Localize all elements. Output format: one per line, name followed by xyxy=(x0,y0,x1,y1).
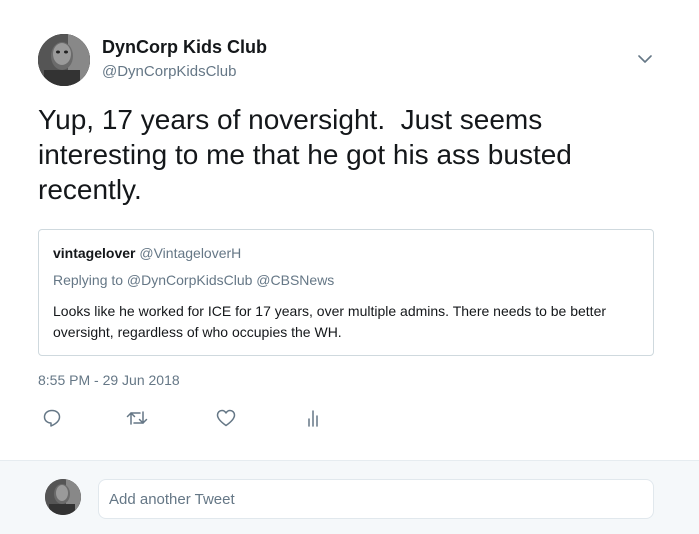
quoted-replying-to: Replying to @DynCorpKidsClub @CBSNews xyxy=(53,272,335,288)
author-name[interactable]: DynCorp Kids Club xyxy=(102,37,267,58)
chevron-down-icon[interactable] xyxy=(634,50,656,68)
tweet-card: DynCorp Kids Club @DynCorpKidsClub Yup, … xyxy=(0,0,699,460)
reply-bar xyxy=(0,460,699,534)
quoted-author-handle: @VintageloverH xyxy=(139,245,242,261)
quoted-author: vintagelover @VintageloverH xyxy=(53,245,241,261)
heart-icon[interactable] xyxy=(214,406,238,430)
user-avatar xyxy=(45,479,81,515)
add-tweet-input[interactable] xyxy=(98,479,654,519)
user-avatar-image xyxy=(45,479,81,515)
author-avatar[interactable] xyxy=(38,34,90,86)
quoted-tweet[interactable]: vintagelover @VintageloverH Replying to … xyxy=(38,229,654,356)
avatar-image xyxy=(38,34,90,86)
tweet-text: Yup, 17 years of noversight. Just seems … xyxy=(38,104,580,205)
tweet-timestamp[interactable]: 8:55 PM - 29 Jun 2018 xyxy=(38,372,180,388)
retweet-icon[interactable] xyxy=(125,406,149,430)
analytics-icon[interactable] xyxy=(301,406,325,430)
quoted-author-name: vintagelover xyxy=(53,245,136,261)
quoted-text: Looks like he worked for ICE for 17 year… xyxy=(53,303,607,340)
author-handle[interactable]: @DynCorpKidsClub xyxy=(102,63,236,80)
reply-icon[interactable] xyxy=(40,406,64,430)
